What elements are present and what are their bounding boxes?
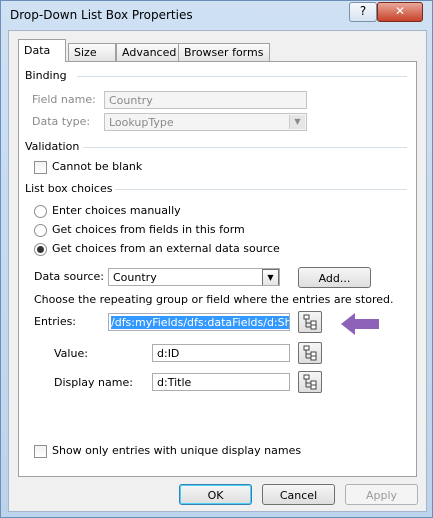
tree-icon (303, 345, 317, 361)
enter-manually-label: Enter choices manually (52, 204, 181, 217)
group-divider (115, 189, 407, 190)
tree-icon (303, 374, 317, 390)
data-type-value: LookupType (109, 116, 174, 129)
field-name-field: Country (104, 91, 307, 109)
chevron-down-icon: ▼ (289, 115, 305, 129)
data-tab-panel: Binding Field name: Country Data type: L… (18, 61, 417, 477)
data-source-value: Country (113, 271, 157, 284)
instruction-text: Choose the repeating group or field wher… (34, 293, 394, 306)
value-label: Value: (54, 347, 88, 360)
radio-selected-dot (37, 246, 44, 253)
close-button[interactable]: ✕ (377, 2, 423, 22)
data-type-label: Data type: (32, 115, 91, 128)
cancel-button[interactable]: Cancel (262, 484, 335, 505)
choices-from-form-label: Get choices from fields in this form (52, 223, 245, 236)
window-title: Drop-Down List Box Properties (10, 8, 193, 22)
binding-heading: Binding (25, 69, 67, 82)
unique-names-checkbox[interactable] (34, 445, 47, 458)
help-button[interactable]: ? (349, 2, 377, 22)
select-value-button[interactable] (298, 342, 322, 364)
entries-value: /dfs:myFields/dfs:dataFields/d:Sha (111, 316, 289, 329)
select-display-name-button[interactable] (298, 371, 322, 393)
chevron-down-icon: ▼ (262, 269, 279, 285)
external-source-radio[interactable] (34, 243, 47, 256)
tab-data[interactable]: Data (18, 39, 66, 62)
ok-button[interactable]: OK (179, 484, 252, 505)
display-name-label: Display name: (54, 376, 133, 389)
add-data-source-button[interactable]: Add... (298, 267, 371, 288)
tree-icon (303, 314, 317, 330)
data-source-label: Data source: (34, 270, 104, 283)
group-divider (77, 76, 407, 77)
data-source-select[interactable]: Country ▼ (108, 268, 280, 286)
apply-button[interactable]: Apply (345, 484, 418, 505)
enter-manually-radio[interactable] (34, 205, 47, 218)
list-box-choices-heading: List box choices (25, 182, 113, 195)
dialog-client: Data Size Advanced Browser forms Binding… (8, 30, 427, 512)
value-field[interactable]: d:ID (152, 344, 290, 362)
group-divider (83, 147, 407, 148)
validation-heading: Validation (25, 140, 80, 153)
cannot-be-blank-checkbox[interactable] (34, 161, 47, 174)
display-name-field[interactable]: d:Title (152, 373, 290, 391)
entries-label: Entries: (34, 315, 77, 328)
external-source-label: Get choices from an external data source (52, 242, 280, 255)
cannot-be-blank-label: Cannot be blank (52, 160, 143, 173)
field-name-label: Field name: (32, 93, 96, 106)
entries-field[interactable]: /dfs:myFields/dfs:dataFields/d:Sha (108, 313, 290, 331)
data-type-select: LookupType ▼ (104, 113, 307, 131)
tab-size[interactable]: Size (68, 43, 116, 61)
choices-from-form-radio[interactable] (34, 224, 47, 237)
unique-names-label: Show only entries with unique display na… (52, 444, 302, 457)
select-entries-button[interactable] (298, 311, 322, 333)
purple-arrow-icon (341, 313, 379, 335)
tab-advanced[interactable]: Advanced (116, 43, 186, 61)
dialog-window: Drop-Down List Box Properties ? ✕ Data S… (0, 0, 433, 518)
tab-browser-forms[interactable]: Browser forms (178, 43, 270, 61)
